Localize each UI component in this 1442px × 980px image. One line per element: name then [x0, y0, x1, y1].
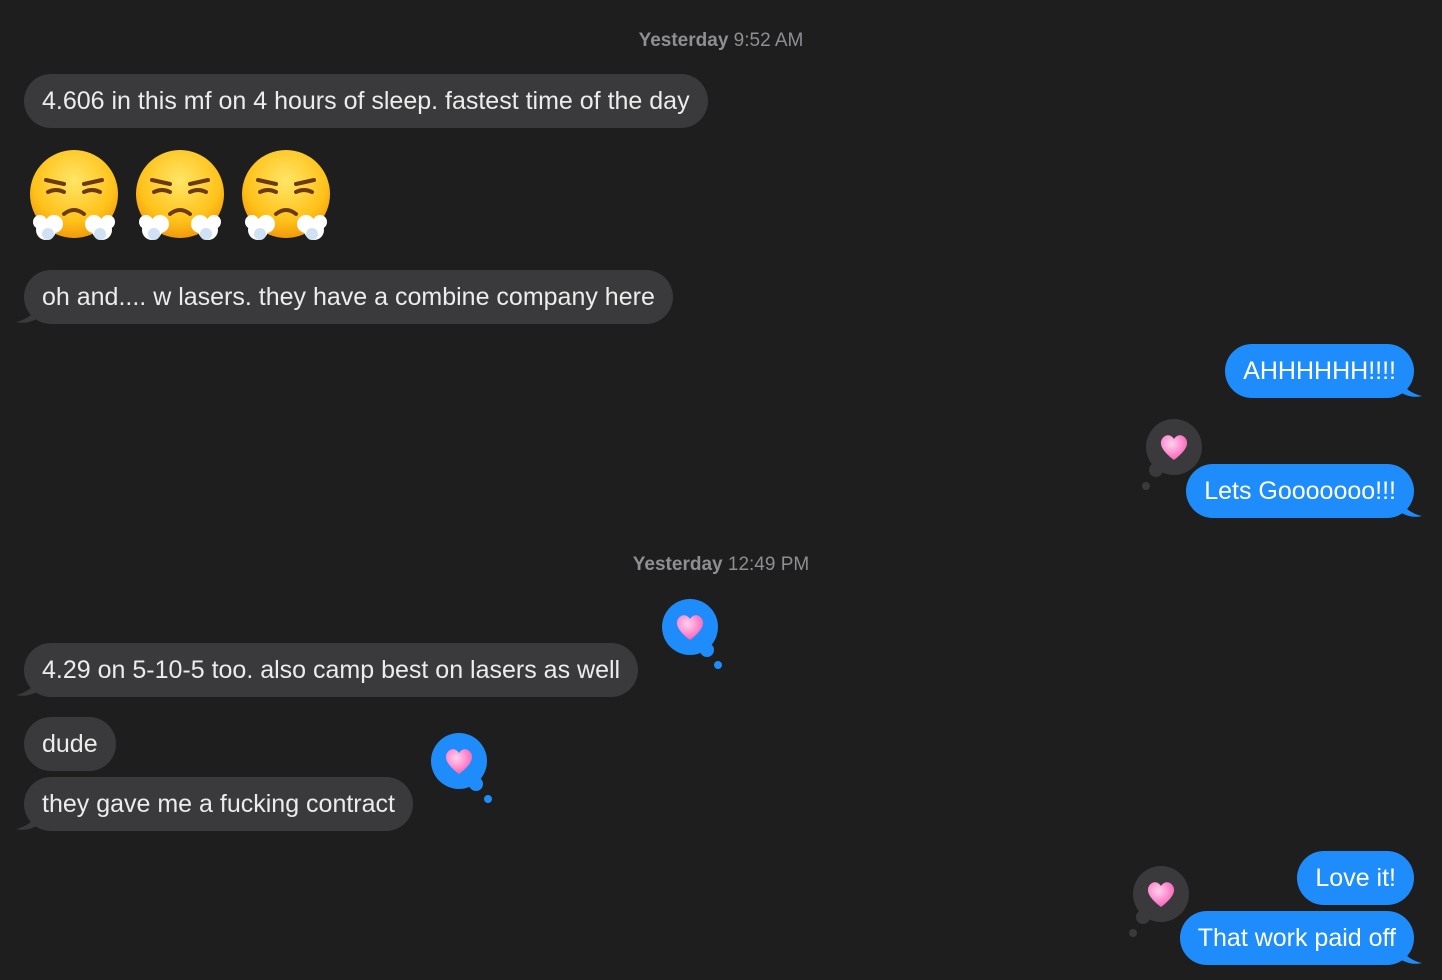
incoming-emoji-message[interactable] — [28, 150, 332, 242]
reaction-bubble-dot — [700, 643, 714, 657]
bubble-tail — [16, 306, 38, 323]
reaction-bubble-dot — [714, 661, 722, 669]
incoming-message[interactable]: 4.606 in this mf on 4 hours of sleep. fa… — [24, 74, 708, 128]
bubble-tail — [1400, 947, 1422, 964]
heart-icon — [443, 746, 475, 776]
timestamp-time: 9:52 AM — [733, 30, 804, 51]
timestamp-day: Yesterday — [632, 554, 723, 575]
outgoing-message[interactable]: AHHHHHH!!!! — [1225, 344, 1414, 398]
timestamp-day: Yesterday — [638, 30, 729, 51]
face-with-steam-from-nose-emoji — [240, 150, 332, 242]
reaction-bubble-dot — [1129, 929, 1137, 937]
incoming-message[interactable]: oh and.... w lasers. they have a combine… — [24, 270, 673, 324]
bubble-tail — [1400, 380, 1422, 397]
reaction-bubble-dot — [1136, 910, 1150, 924]
timestamp-2: Yesterday 12:49 PM — [0, 554, 1442, 576]
incoming-message[interactable]: 4.29 on 5-10-5 too. also camp best on la… — [24, 643, 639, 697]
conversation-transcript[interactable]: Yesterday 9:52 AM 4.606 in this mf on 4 … — [0, 0, 1442, 980]
bubble-tail — [1400, 500, 1422, 517]
face-with-steam-from-nose-emoji — [28, 150, 120, 242]
bubble-tail — [16, 813, 38, 830]
timestamp-1: Yesterday 9:52 AM — [0, 30, 1442, 52]
incoming-message[interactable]: dude — [24, 717, 116, 771]
incoming-message[interactable]: they gave me a fucking contract — [24, 777, 413, 831]
face-with-steam-from-nose-emoji — [134, 150, 226, 242]
reaction-bubble-dot — [1149, 463, 1163, 477]
reaction-bubble-dot — [469, 777, 483, 791]
bubble-tail — [16, 679, 38, 696]
outgoing-message[interactable]: Lets Gooooooo!!! — [1186, 464, 1414, 518]
reaction-bubble-dot — [484, 795, 492, 803]
heart-icon — [1145, 879, 1177, 909]
outgoing-message[interactable]: Love it! — [1297, 851, 1414, 905]
reaction-bubble-dot — [1142, 482, 1150, 490]
outgoing-message[interactable]: That work paid off — [1179, 911, 1414, 965]
heart-icon — [674, 612, 706, 642]
heart-icon — [1158, 432, 1190, 462]
timestamp-time: 12:49 PM — [727, 554, 810, 575]
